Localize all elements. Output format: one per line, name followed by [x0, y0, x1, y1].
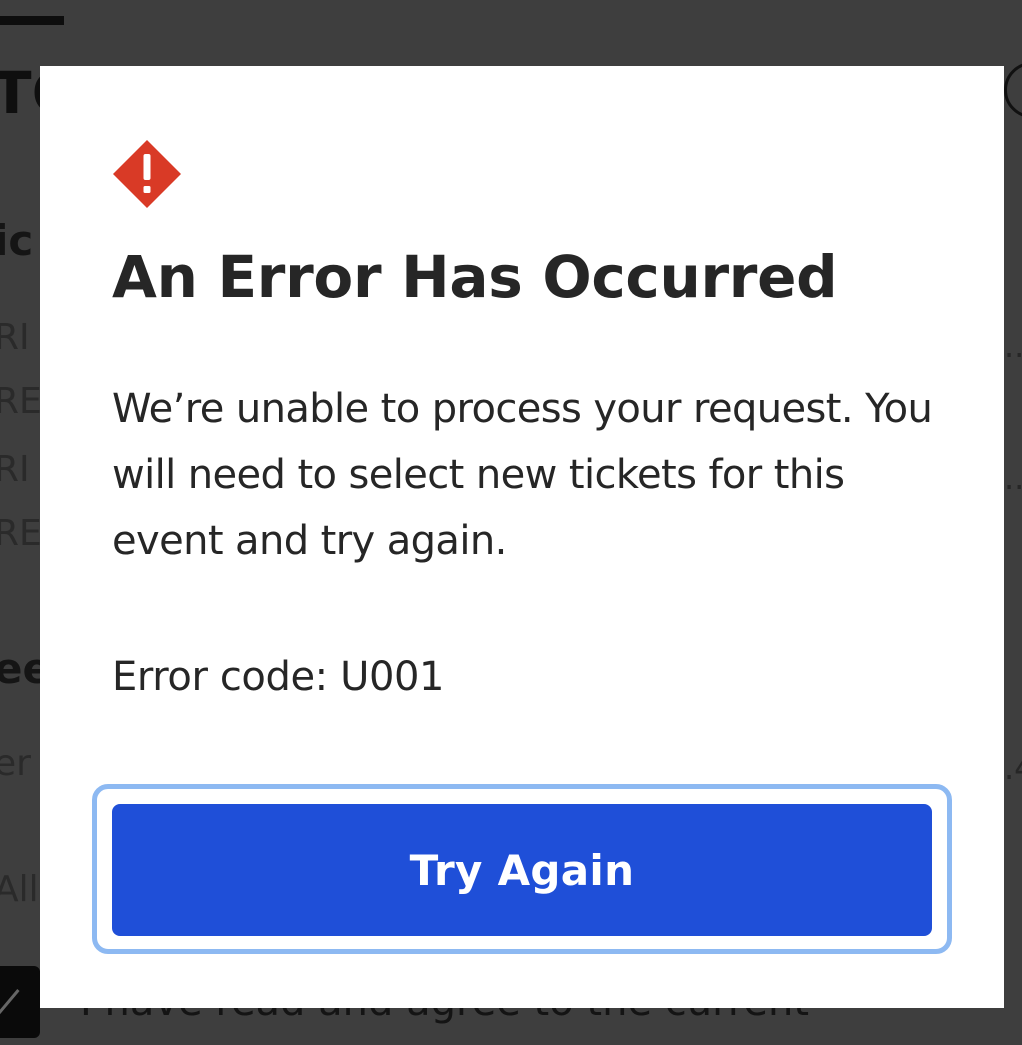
- background-row: RE: [0, 381, 42, 422]
- background-section-title: ic: [0, 216, 34, 265]
- background-close-icon: [1004, 62, 1022, 118]
- background-header-bar: [0, 16, 64, 25]
- background-row: RE: [0, 513, 42, 554]
- background-row: All: [0, 869, 39, 910]
- background-checkbox: [0, 966, 40, 1038]
- background-row: RI: [0, 317, 30, 358]
- dialog-message: We’re unable to process your request. Yo…: [112, 386, 933, 564]
- dialog-title: An Error Has Occurred: [112, 243, 838, 311]
- error-code: Error code: U001: [112, 654, 445, 700]
- background-price: ..: [1004, 459, 1022, 497]
- error-dialog: An Error Has Occurred We’re unable to pr…: [40, 66, 1004, 1008]
- try-again-button[interactable]: Try Again: [112, 804, 932, 936]
- background-row: RI: [0, 449, 30, 490]
- background-price: .4: [1004, 749, 1022, 787]
- screen: TC ic RI RE RI RE ee er All .. .. .4 I h…: [0, 0, 1022, 1045]
- background-row: er: [0, 743, 31, 784]
- background-price: ..: [1004, 327, 1022, 365]
- warning-diamond-icon: [113, 140, 181, 208]
